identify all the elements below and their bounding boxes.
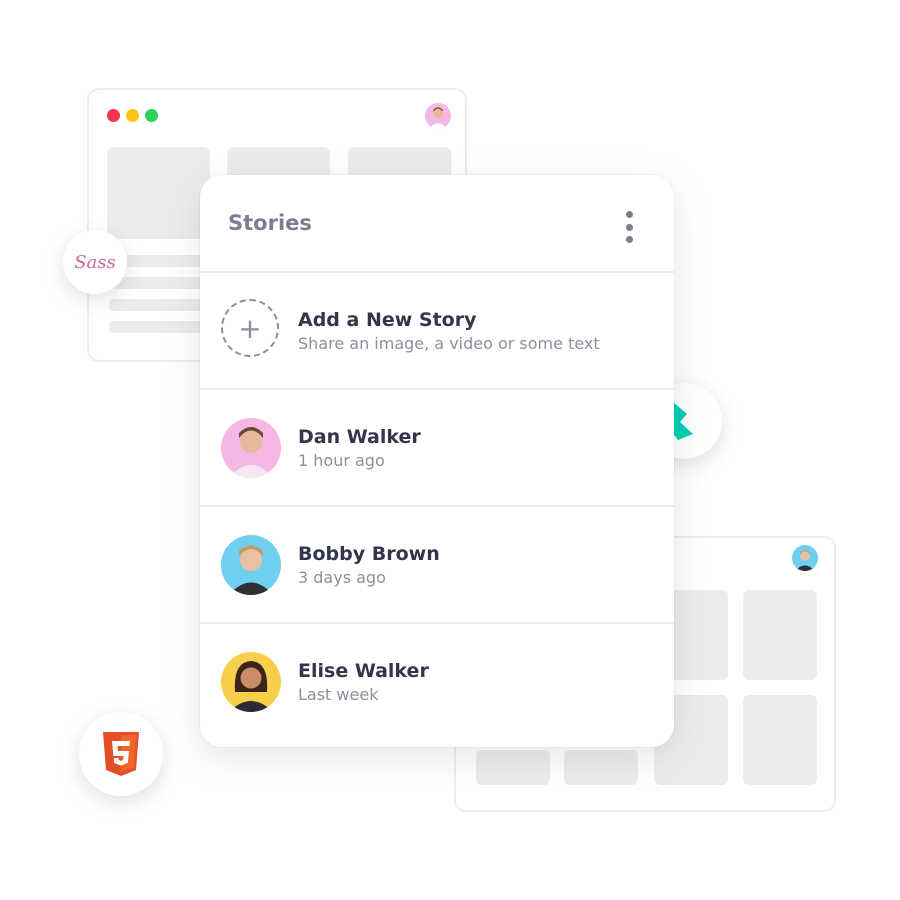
add-story-label: Add a New Story: [298, 309, 477, 331]
story-timestamp: 1 hour ago: [298, 451, 385, 470]
story-author-name: Bobby Brown: [298, 543, 440, 565]
more-options-icon[interactable]: [622, 211, 636, 243]
window-close-dot[interactable]: [107, 109, 120, 122]
placeholder-line: [109, 277, 209, 289]
story-item-bobby-brown[interactable]: Bobby Brown 3 days ago: [200, 505, 674, 624]
stories-card: Stories + Add a New Story Share an image…: [200, 175, 674, 747]
add-story-icon[interactable]: +: [221, 299, 279, 357]
placeholder-block: [476, 750, 550, 785]
placeholder-block: [743, 590, 817, 680]
add-story-description: Share an image, a video or some text: [298, 334, 600, 353]
window-user-avatar[interactable]: [792, 545, 818, 571]
avatar: [221, 535, 281, 595]
sass-logo-badge: Sass: [63, 230, 127, 294]
avatar: [221, 652, 281, 712]
html5-logo-badge: [79, 712, 163, 796]
sass-logo-icon: Sass: [74, 251, 116, 273]
window-user-avatar[interactable]: [425, 103, 451, 129]
story-item-dan-walker[interactable]: Dan Walker 1 hour ago: [200, 388, 674, 507]
placeholder-block: [743, 695, 817, 785]
stories-header: Stories: [200, 175, 674, 273]
placeholder-block: [107, 147, 210, 239]
story-timestamp: Last week: [298, 685, 379, 704]
stories-title: Stories: [228, 211, 312, 235]
html5-logo-icon: [103, 732, 139, 776]
placeholder-line: [109, 299, 209, 311]
story-author-name: Dan Walker: [298, 426, 421, 448]
story-timestamp: 3 days ago: [298, 568, 386, 587]
add-story-row[interactable]: + Add a New Story Share an image, a vide…: [200, 271, 674, 390]
window-maximize-dot[interactable]: [145, 109, 158, 122]
placeholder-line: [109, 321, 209, 333]
story-item-elise-walker[interactable]: Elise Walker Last week: [200, 622, 674, 739]
avatar: [221, 418, 281, 478]
placeholder-block: [564, 750, 638, 785]
window-controls: [107, 109, 158, 122]
window-minimize-dot[interactable]: [126, 109, 139, 122]
story-author-name: Elise Walker: [298, 660, 429, 682]
